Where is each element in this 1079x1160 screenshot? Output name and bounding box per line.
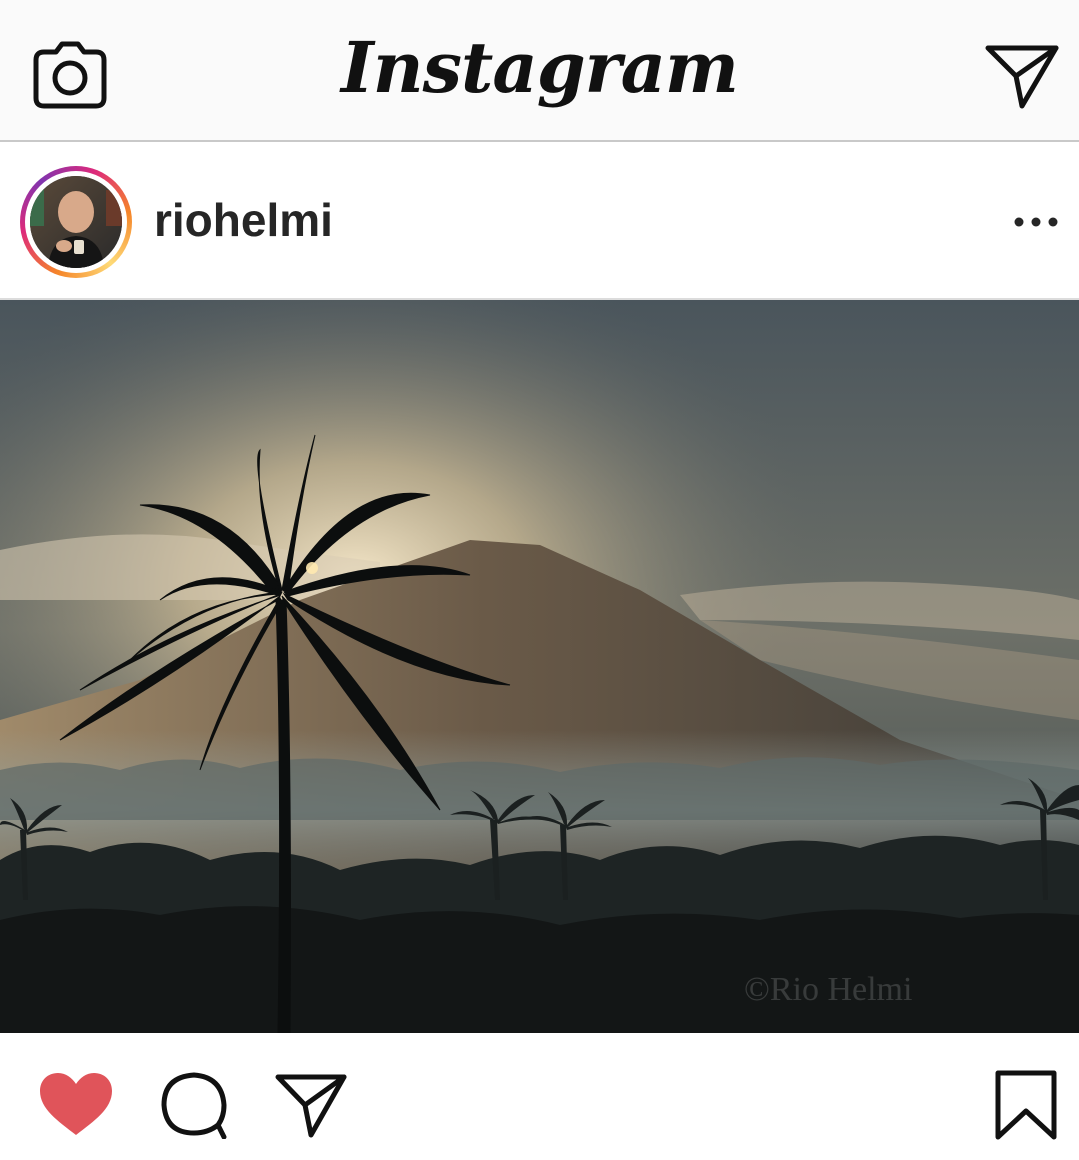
paper-plane-icon — [985, 45, 1059, 109]
share-button[interactable] — [274, 1071, 348, 1139]
post-header: riohelmi — [0, 142, 1079, 300]
paper-plane-icon — [275, 1074, 347, 1138]
like-button[interactable] — [38, 1071, 114, 1137]
bookmark-icon — [995, 1070, 1057, 1140]
comment-button[interactable] — [158, 1069, 230, 1139]
save-button[interactable] — [994, 1069, 1058, 1141]
user-avatar[interactable] — [30, 176, 122, 268]
post-image[interactable]: ©Rio Helmi — [0, 300, 1079, 1033]
post-action-bar — [0, 1033, 1079, 1160]
top-navigation-bar: Instagram — [0, 0, 1079, 142]
image-watermark: ©Rio Helmi — [744, 971, 913, 1008]
more-options-button[interactable] — [1005, 202, 1065, 242]
post-username[interactable]: riohelmi — [154, 190, 333, 250]
instagram-app: Instagram riohelmi ©Rio Helmi — [0, 0, 1079, 1160]
story-ring[interactable] — [20, 166, 132, 278]
more-horizontal-icon — [1014, 217, 1058, 227]
app-logo: Instagram — [341, 26, 739, 109]
landscape-photo — [0, 300, 1079, 1033]
heart-icon — [40, 1073, 112, 1135]
avatar-photo — [30, 176, 122, 268]
comment-icon — [161, 1072, 227, 1139]
direct-message-button[interactable] — [982, 40, 1062, 110]
